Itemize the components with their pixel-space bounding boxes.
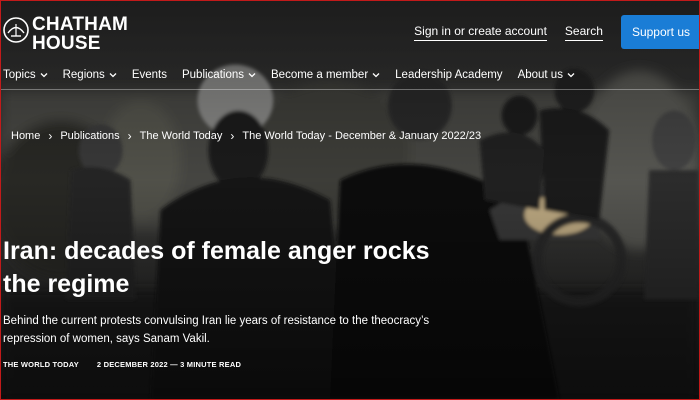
article-date-readtime: 2 DECEMBER 2022 — 3 MINUTE READ bbox=[96, 360, 242, 369]
main-nav: Topics Regions Events Publications Becom… bbox=[1, 65, 590, 85]
chevron-down-icon bbox=[372, 73, 380, 78]
search-link[interactable]: Search bbox=[564, 24, 603, 41]
article-title: Iran: decades of female anger rocks the … bbox=[3, 237, 430, 298]
signin-link[interactable]: Sign in or create account bbox=[414, 24, 547, 41]
brand-line-2: HOUSE bbox=[32, 33, 101, 54]
breadcrumb-world-today[interactable]: The World Today bbox=[140, 130, 223, 142]
nav-topics[interactable]: Topics bbox=[3, 69, 48, 81]
brand-wordmark: CHATHAM HOUSE bbox=[32, 15, 128, 53]
chevron-down-icon bbox=[109, 73, 117, 78]
article-section[interactable]: THE WORLD TODAY bbox=[3, 360, 79, 369]
nav-label: Publications bbox=[181, 69, 244, 81]
brand-line-1: CHATHAM bbox=[32, 14, 129, 35]
brand-logo[interactable]: CHATHAM HOUSE bbox=[3, 15, 128, 53]
chevron-down-icon bbox=[248, 73, 256, 78]
nav-divider bbox=[1, 89, 699, 90]
chevron-right-icon: › bbox=[127, 129, 132, 143]
page-frame: CHATHAM HOUSE Sign in or create account … bbox=[0, 0, 700, 400]
breadcrumb-publications[interactable]: Publications bbox=[60, 130, 119, 142]
chevron-right-icon: › bbox=[230, 129, 235, 143]
article-standfirst: Behind the current protests convulsing I… bbox=[3, 315, 430, 345]
chevron-right-icon: › bbox=[48, 129, 53, 143]
nav-label: Become a member bbox=[271, 69, 369, 81]
nav-become-member[interactable]: Become a member bbox=[271, 69, 380, 81]
breadcrumb-home[interactable]: Home bbox=[11, 130, 40, 142]
support-button[interactable]: Support us bbox=[620, 15, 699, 49]
nav-label: Topics bbox=[3, 69, 36, 81]
nav-events[interactable]: Events bbox=[132, 69, 167, 81]
breadcrumb-issue[interactable]: The World Today - December & January 202… bbox=[242, 130, 481, 142]
chatham-house-emblem-icon bbox=[3, 17, 29, 43]
nav-leadership-academy[interactable]: Leadership Academy bbox=[395, 69, 502, 81]
nav-publications[interactable]: Publications bbox=[182, 69, 256, 81]
utility-nav: Sign in or create account Search Support… bbox=[414, 15, 699, 49]
article-meta: THE WORLD TODAY 2 DECEMBER 2022 — 3 MINU… bbox=[3, 360, 259, 369]
site-header: CHATHAM HOUSE Sign in or create account … bbox=[1, 1, 699, 63]
nav-about-us[interactable]: About us bbox=[518, 69, 575, 81]
nav-regions[interactable]: Regions bbox=[63, 69, 117, 81]
nav-label: Leadership Academy bbox=[395, 69, 503, 81]
nav-label: About us bbox=[517, 69, 563, 81]
nav-label: Regions bbox=[62, 69, 105, 81]
nav-label: Events bbox=[131, 69, 167, 81]
chevron-down-icon bbox=[567, 73, 575, 78]
chevron-down-icon bbox=[40, 73, 48, 78]
breadcrumb: Home › Publications › The World Today › … bbox=[11, 129, 481, 143]
